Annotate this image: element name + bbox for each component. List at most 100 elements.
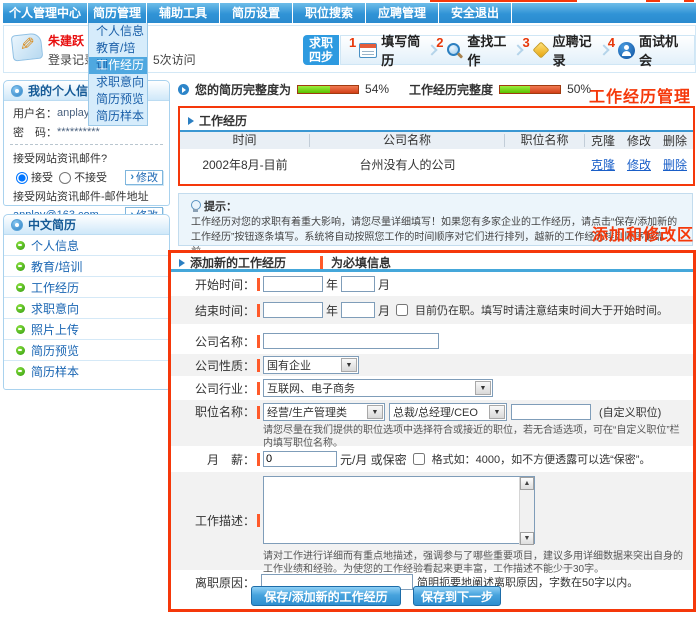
end-year-input[interactable] xyxy=(263,302,323,318)
row-company: 台州没有人的公司 xyxy=(310,156,505,173)
year-suffix: 年 xyxy=(326,276,338,293)
company-nature-select[interactable]: 国有企业 xyxy=(263,356,359,374)
menu-item-resume-preview[interactable]: 简历预览 xyxy=(89,91,147,108)
description-row: 工作描述： ▲▼ 请对工作进行详细而有重点地描述，强调参与了哪些重要项目，建议多… xyxy=(171,472,693,570)
work-completeness-bar xyxy=(499,85,561,94)
delete-link[interactable]: 删除 xyxy=(663,156,687,173)
nav-tab-personal-center[interactable]: 个人管理中心 xyxy=(3,3,87,23)
nav-tab-logout[interactable]: 安全退出 xyxy=(439,3,511,23)
sidebar-item-work-experience[interactable]: 工作经历 xyxy=(4,277,169,298)
menu-item-resume-sample[interactable]: 简历样本 xyxy=(89,108,147,125)
salary-row: 月 薪： 元/月 或保密 格式如：4000，如不方便透露可以选“保密”。 xyxy=(171,448,693,470)
position-sub-select[interactable]: 总裁/总经理/CEO xyxy=(389,403,507,421)
scrollbar[interactable]: ▲▼ xyxy=(519,477,534,545)
add-work-experience-box: 添加新的工作经历 为必填信息 开始时间： 年 月 结束时间： 年 月 目前仍在职… xyxy=(168,250,696,612)
green-ball-icon xyxy=(16,283,25,292)
end-month-input[interactable] xyxy=(341,302,375,318)
required-marker xyxy=(257,514,260,527)
work-table-header: 时间 公司名称 职位名称 克隆 修改 删除 xyxy=(180,130,693,149)
position-category-value: 经营/生产管理类 xyxy=(267,407,347,419)
position-category-select[interactable]: 经营/生产管理类 xyxy=(263,403,385,421)
step-interview-chance[interactable]: 4 面试机会 xyxy=(608,31,686,69)
salary-input[interactable] xyxy=(263,451,337,467)
required-marker xyxy=(257,359,260,372)
step-label: 填写简历 xyxy=(381,31,428,69)
modify-subscription-button[interactable]: 修改 xyxy=(125,170,163,185)
sidebar-item-photo-upload[interactable]: 照片上传 xyxy=(4,319,169,340)
steps-badge-line1: 求职 xyxy=(303,36,339,50)
month-suffix: 月 xyxy=(378,276,390,293)
work-completeness-value: 50% xyxy=(567,82,591,96)
position-label: 职位名称： xyxy=(171,403,255,420)
scroll-up-icon[interactable]: ▲ xyxy=(520,477,534,490)
nav-tab-resume-management[interactable]: 简历管理 xyxy=(88,3,146,23)
modify-link[interactable]: 修改 xyxy=(627,156,651,173)
resume-completeness-bar xyxy=(297,85,359,94)
sidebar-item-label: 简历预览 xyxy=(31,342,79,359)
step-find-job[interactable]: 2 查找工作 xyxy=(436,31,514,69)
sidebar-item-label: 工作经历 xyxy=(31,279,79,296)
menu-item-education[interactable]: 教育/培训 xyxy=(89,40,147,57)
green-ball-icon xyxy=(16,325,25,334)
reject-radio[interactable] xyxy=(59,172,71,184)
annotation-edit-region: 添加和修改区 xyxy=(592,221,694,245)
company-industry-label: 公司行业： xyxy=(171,380,255,397)
work-table-title: 工作经历 xyxy=(188,112,247,129)
company-industry-select[interactable]: 互联网、电子商务 xyxy=(263,379,493,397)
triangle-right-icon xyxy=(188,117,194,125)
menu-item-personal-info[interactable]: 个人信息 xyxy=(89,23,147,40)
clone-link[interactable]: 克隆 xyxy=(591,156,615,173)
nav-tab-job-search[interactable]: 职位搜索 xyxy=(293,3,365,23)
job-steps-badge: 求职 四步 xyxy=(303,35,339,65)
save-next-button[interactable]: 保存到下一步 xyxy=(413,586,501,606)
description-textarea[interactable] xyxy=(263,476,535,544)
page: { "annotations": { "work_region_label": … xyxy=(0,0,700,617)
sidebar-item-resume-preview[interactable]: 简历预览 xyxy=(4,340,169,361)
step-number: 4 xyxy=(608,35,615,50)
nav-tab-resume-settings[interactable]: 简历设置 xyxy=(220,3,292,23)
custom-position-input[interactable] xyxy=(511,404,591,420)
completeness-row: 您的简历完整度为 54% 工作经历完整度 50% xyxy=(178,82,591,96)
divider xyxy=(10,144,163,145)
pencil-note-icon xyxy=(11,33,44,62)
scroll-down-icon[interactable]: ▼ xyxy=(520,532,534,545)
current-job-note: 目前仍在职。填写时请注意结束时间大于开始时间。 xyxy=(415,302,668,318)
sidebar-item-label: 个人信息 xyxy=(31,237,79,254)
col-modify: 修改 xyxy=(627,132,651,149)
work-completeness-label: 工作经历完整度 xyxy=(409,81,493,98)
menu-item-job-intention[interactable]: 求职意向 xyxy=(89,74,147,91)
tips-title: 提示： xyxy=(204,198,237,214)
job-steps-bar: 1 填写简历 2 查找工作 3 应聘记录 4 面试机会 xyxy=(340,35,695,65)
required-marker xyxy=(257,335,260,348)
position-row: 职位名称： 经营/生产管理类 总裁/总经理/CEO (自定义职位) 请您尽量在我… xyxy=(171,400,693,446)
month-suffix: 月 xyxy=(378,302,390,319)
divider xyxy=(171,269,693,272)
accept-radio[interactable] xyxy=(16,172,28,184)
green-ball-icon xyxy=(16,367,25,376)
sidebar-item-education[interactable]: 教育/培训 xyxy=(4,256,169,277)
sidebar-item-job-intention[interactable]: 求职意向 xyxy=(4,298,169,319)
start-month-input[interactable] xyxy=(341,276,375,292)
triangle-right-icon xyxy=(179,259,185,267)
steps-badge-line2: 四步 xyxy=(303,50,339,64)
step-number: 3 xyxy=(522,35,529,50)
bullet-circle-icon xyxy=(11,219,23,231)
sidebar-item-personal-info[interactable]: 个人信息 xyxy=(4,235,169,256)
lamp-icon xyxy=(191,200,200,212)
menu-item-work-experience[interactable]: 工作经历 xyxy=(89,57,147,74)
save-add-button[interactable]: 保存/添加新的工作经历 xyxy=(251,586,401,606)
step-fill-resume[interactable]: 1 填写简历 xyxy=(349,31,428,69)
user-name: 朱建跃 xyxy=(48,32,84,49)
start-time-row: 开始时间： 年 月 xyxy=(171,274,693,294)
step-number: 2 xyxy=(436,35,443,50)
current-job-checkbox[interactable] xyxy=(396,304,408,316)
start-year-input[interactable] xyxy=(263,276,323,292)
company-name-input[interactable] xyxy=(263,333,439,349)
sidebar-item-resume-sample[interactable]: 简历样本 xyxy=(4,361,169,382)
salary-secret-checkbox[interactable] xyxy=(413,453,425,465)
nav-tab-application-management[interactable]: 应聘管理 xyxy=(366,3,438,23)
col-clone: 克隆 xyxy=(591,132,615,149)
nav-tab-tools[interactable]: 辅助工具 xyxy=(147,3,219,23)
step-application-record[interactable]: 3 应聘记录 xyxy=(522,31,599,69)
step-label: 应聘记录 xyxy=(553,31,600,69)
